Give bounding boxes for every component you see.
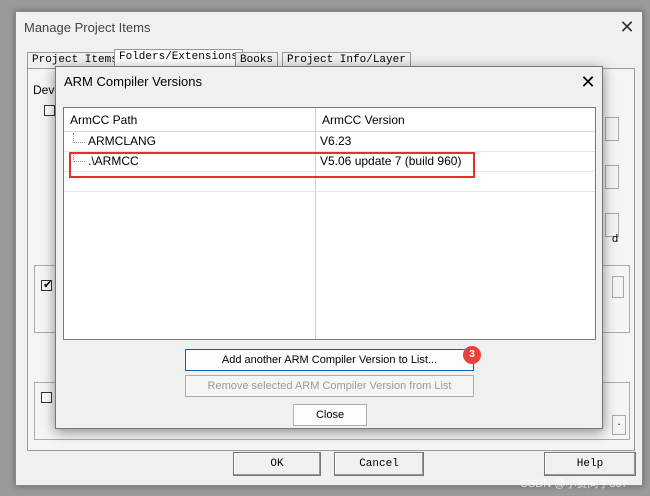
highlight-box — [69, 152, 475, 178]
tree-connector — [73, 133, 85, 143]
row-divider — [64, 191, 595, 192]
row-path[interactable]: ARMCLANG — [88, 132, 156, 151]
ok-button[interactable]: OK — [233, 452, 321, 476]
column-header-version[interactable]: ArmCC Version — [316, 108, 595, 132]
checkbox[interactable] — [41, 392, 52, 403]
close-icon[interactable]: ✕ — [577, 71, 599, 93]
help-button[interactable]: Help — [544, 452, 636, 476]
close-icon[interactable]: ✕ — [616, 16, 638, 38]
row-version[interactable]: V6.23 — [320, 132, 351, 151]
window-title: Manage Project Items — [24, 20, 151, 35]
side-button[interactable] — [605, 117, 619, 141]
side-button[interactable] — [612, 276, 624, 298]
compiler-list[interactable]: ArmCC Path ArmCC Version ARMCLANG V6.23 … — [63, 107, 596, 340]
close-button[interactable]: Close — [293, 404, 367, 426]
browse-button[interactable]: . — [612, 415, 626, 435]
side-button[interactable] — [605, 165, 619, 189]
remove-compiler-button[interactable]: Remove selected ARM Compiler Version fro… — [185, 375, 474, 397]
dialog-title: ARM Compiler Versions — [64, 74, 202, 89]
partial-label: d — [612, 233, 619, 245]
add-compiler-button[interactable]: Add another ARM Compiler Version to List… — [185, 349, 474, 371]
column-header-path[interactable]: ArmCC Path — [64, 108, 316, 132]
arm-compiler-versions-dialog: ARM Compiler Versions ✕ ArmCC Path ArmCC… — [55, 66, 603, 429]
column-separator — [315, 108, 316, 339]
checked-checkbox[interactable]: ✔ — [41, 279, 52, 291]
watermark: CSDN @小赛同学807 — [520, 478, 628, 490]
cancel-button[interactable]: Cancel — [334, 452, 424, 476]
checkbox[interactable] — [44, 105, 55, 116]
step-badge: 3 — [463, 346, 481, 364]
